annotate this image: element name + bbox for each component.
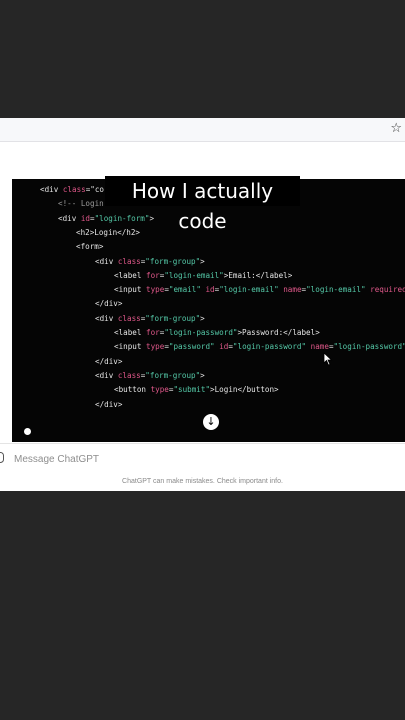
- code-token: type: [146, 342, 165, 352]
- code-token: </div>: [95, 299, 123, 309]
- code-line: <input type="email" id="login-email" nam…: [114, 285, 405, 295]
- code-line: <div class="co: [40, 185, 104, 195]
- streaming-indicator: [24, 428, 31, 435]
- code-token: "password": [168, 342, 215, 352]
- message-input[interactable]: [14, 450, 394, 468]
- code-line: <div class="form-group">: [95, 314, 205, 324]
- code-token: >: [200, 256, 205, 266]
- code-line: <div class="form-group">: [95, 371, 205, 381]
- code-line: <div id="login-form">: [58, 214, 154, 224]
- code-token: <div: [95, 370, 118, 380]
- code-token: name: [310, 342, 329, 352]
- code-token: type: [146, 285, 165, 295]
- disclaimer-text: ChatGPT can make mistakes. Check importa…: [122, 478, 283, 485]
- code-token: >: [149, 213, 155, 223]
- code-token: >Email:</label>: [223, 270, 293, 280]
- code-token: "login-email": [164, 270, 224, 280]
- code-token: ="co: [85, 185, 105, 194]
- code-token: >Login</button>: [210, 385, 279, 395]
- code-token: for: [146, 328, 160, 337]
- code-token: class: [117, 256, 141, 266]
- code-token: <input: [114, 342, 147, 352]
- code-token: class: [62, 185, 86, 194]
- code-token: <form>: [76, 242, 104, 252]
- code-token: >: [200, 370, 205, 380]
- code-token: </div>: [95, 356, 123, 366]
- code-token: "email": [168, 285, 201, 295]
- code-line: <input type="password" id="login-passwor…: [114, 342, 405, 352]
- code-token: <div: [95, 313, 118, 323]
- code-token: "submit": [173, 385, 211, 395]
- code-token: >Password:</label>: [237, 328, 320, 337]
- code-line: <label for="login-password">Password:</l…: [114, 328, 320, 338]
- video-title-overlay: How I actually code: [105, 176, 300, 233]
- code-token: required: [370, 285, 405, 295]
- code-token: </div>: [95, 399, 123, 409]
- code-token: "form-group": [145, 370, 201, 380]
- code-token: <div: [95, 256, 118, 266]
- code-line: <label for="login-email">Email:</label>: [114, 271, 292, 281]
- code-line: <div class="form-group">: [95, 257, 205, 267]
- browser-toolbar: ☆: [0, 118, 405, 142]
- code-token: "login-email": [219, 285, 279, 295]
- code-token: for: [146, 270, 160, 280]
- code-line: </div>: [95, 357, 122, 367]
- code-token: <h2>Login</h2>: [76, 227, 141, 237]
- code-token: "login-email": [306, 285, 366, 295]
- code-token: class: [117, 370, 141, 380]
- code-token: <div: [40, 185, 63, 194]
- code-token: "login-form": [94, 213, 150, 223]
- code-token: class: [117, 313, 141, 323]
- code-token: id: [80, 213, 91, 223]
- code-token: <label: [114, 270, 147, 280]
- code-line: <button type="submit">Login</button>: [114, 385, 279, 395]
- code-line: <!-- Login: [58, 199, 104, 209]
- code-line: </div>: [95, 299, 122, 309]
- code-token: >: [200, 313, 205, 323]
- code-line: </div>: [95, 400, 122, 410]
- code-token: "form-group": [145, 313, 201, 323]
- code-line: <h2>Login</h2>: [76, 228, 140, 238]
- code-token: "login-password": [164, 328, 238, 337]
- arrow-down-icon[interactable]: ↓: [203, 414, 219, 430]
- code-token: "login-password": [232, 342, 307, 352]
- code-line: <form>: [76, 242, 103, 252]
- mouse-cursor-icon: [323, 352, 333, 366]
- composer: [0, 443, 405, 474]
- code-token: <button: [114, 385, 151, 395]
- code-token: id: [219, 342, 229, 352]
- code-token: "login-password": [333, 342, 405, 352]
- code-token: <!-- Login: [58, 199, 104, 209]
- code-token: name: [283, 285, 302, 295]
- code-token: <input: [114, 285, 147, 295]
- code-token: <div: [58, 213, 81, 223]
- star-icon[interactable]: ☆: [390, 121, 402, 137]
- code-token: id: [205, 285, 215, 295]
- code-token: type: [150, 385, 169, 395]
- code-token: <label: [114, 328, 147, 337]
- code-token: "form-group": [145, 256, 201, 266]
- paperclip-icon[interactable]: [0, 452, 4, 463]
